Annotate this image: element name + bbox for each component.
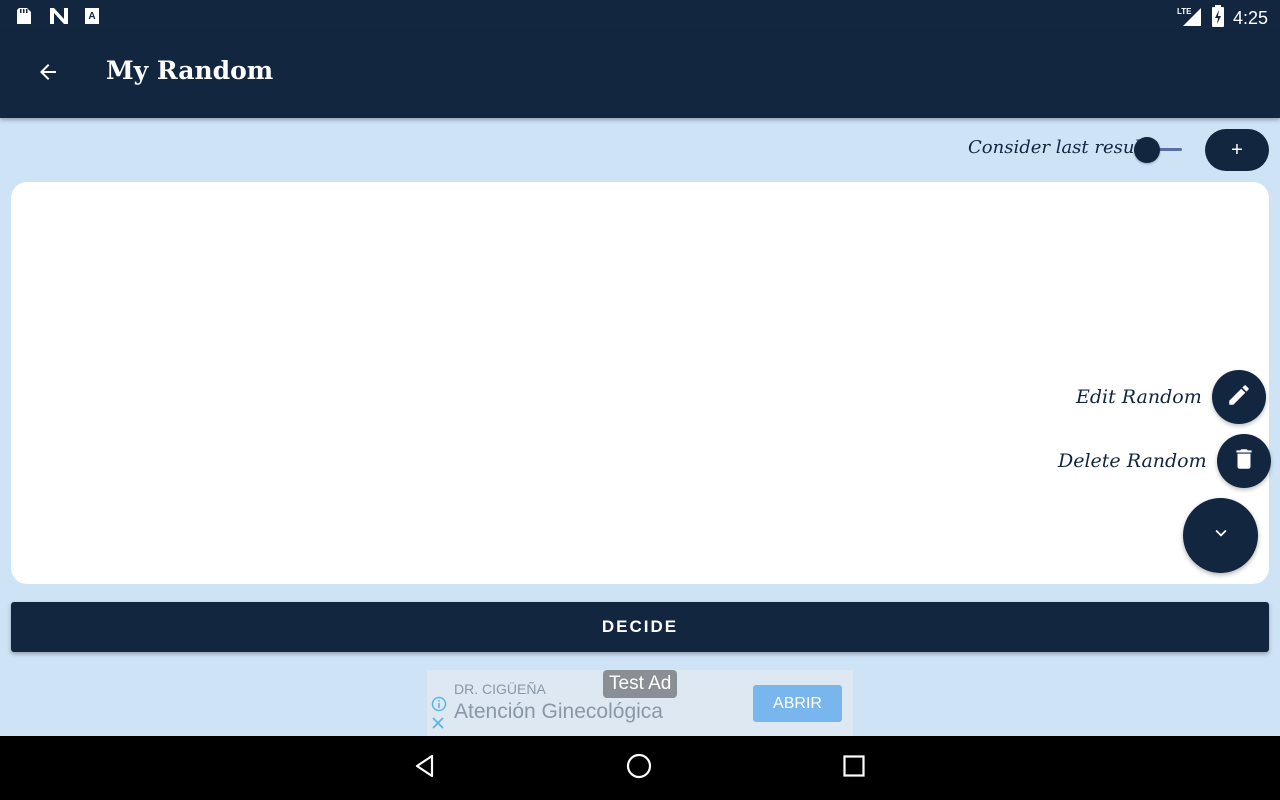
ad-title[interactable]: Atención Ginecológica bbox=[454, 700, 663, 724]
square-recents-icon bbox=[842, 754, 866, 783]
ad-banner[interactable]: DR. CIGÜEÑA Atención Ginecológica Test A… bbox=[427, 670, 853, 736]
test-ad-badge: Test Ad bbox=[603, 670, 678, 698]
clock: 4:25 bbox=[1232, 8, 1268, 28]
circle-home-icon bbox=[625, 752, 653, 785]
page-title: My Random bbox=[106, 56, 274, 85]
info-icon[interactable] bbox=[431, 696, 447, 717]
ad-advertiser: DR. CIGÜEÑA bbox=[454, 681, 546, 697]
sd-card-icon bbox=[14, 6, 34, 26]
lte-signal-icon: LTE bbox=[1177, 4, 1203, 33]
arrow-left-icon bbox=[36, 60, 60, 89]
delete-random-button[interactable] bbox=[1216, 434, 1271, 488]
nav-recents-button[interactable] bbox=[838, 752, 870, 784]
a-box-icon: A bbox=[82, 6, 102, 26]
consider-last-result-label: Consider last result? bbox=[968, 137, 1158, 158]
edit-random-button[interactable] bbox=[1211, 370, 1266, 424]
toggle-thumb bbox=[1134, 137, 1160, 163]
chevron-down-icon bbox=[1210, 522, 1232, 549]
pencil-icon bbox=[1226, 382, 1252, 413]
nav-home-button[interactable] bbox=[623, 752, 655, 784]
add-button[interactable]: + bbox=[1205, 129, 1269, 171]
decide-button[interactable]: DECIDE bbox=[11, 602, 1269, 652]
app-bar: My Random bbox=[0, 32, 1280, 118]
system-nav-bar bbox=[0, 736, 1280, 800]
status-bar: A LTE 4:25 bbox=[0, 0, 1280, 32]
nav-back-button[interactable] bbox=[409, 752, 441, 784]
back-button[interactable] bbox=[28, 54, 68, 94]
svg-text:A: A bbox=[88, 11, 95, 22]
trash-icon bbox=[1231, 446, 1257, 477]
fab-menu-toggle-button[interactable] bbox=[1183, 498, 1258, 573]
delete-random-row: Delete Random bbox=[1058, 434, 1271, 488]
edit-random-label[interactable]: Edit Random bbox=[1076, 386, 1202, 408]
triangle-back-icon bbox=[412, 753, 438, 784]
edit-random-row: Edit Random bbox=[1076, 370, 1266, 424]
delete-random-label[interactable]: Delete Random bbox=[1058, 450, 1207, 472]
ad-open-button[interactable]: ABRIR bbox=[753, 685, 842, 722]
svg-text:LTE: LTE bbox=[1177, 7, 1192, 16]
consider-last-result-toggle[interactable] bbox=[1134, 136, 1184, 164]
close-icon[interactable] bbox=[431, 716, 445, 735]
n-logo-icon bbox=[48, 6, 68, 26]
battery-charging-icon bbox=[1211, 5, 1225, 32]
